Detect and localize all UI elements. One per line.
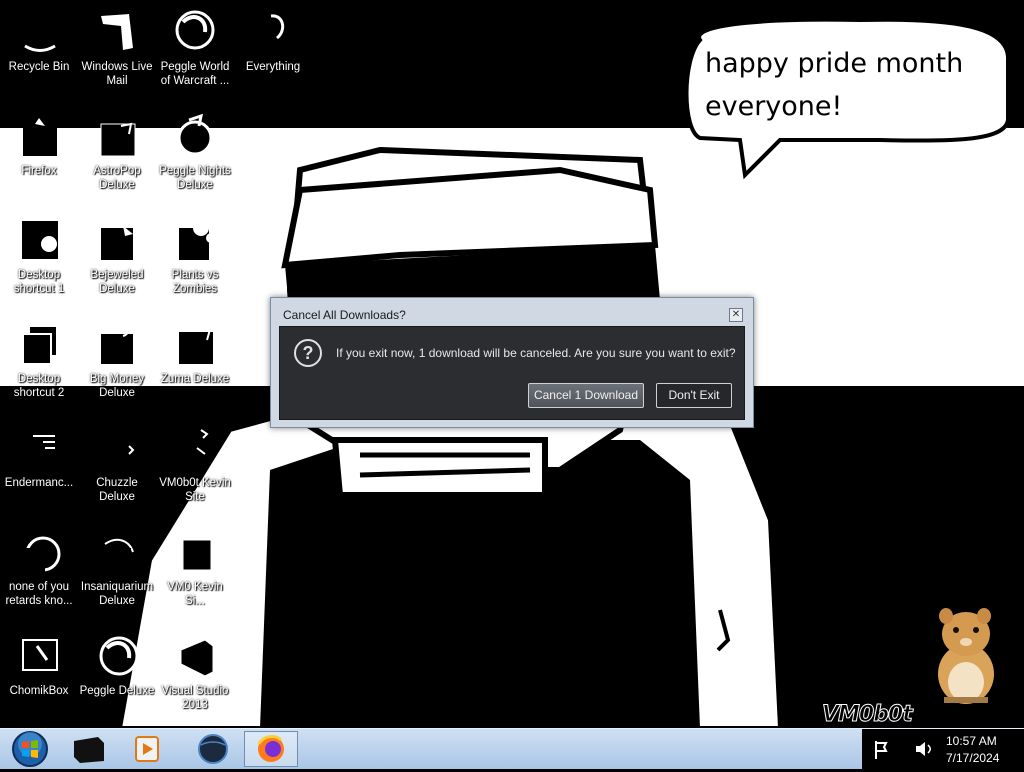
taskbar: 10:57 AM 7/17/2024 — [0, 728, 1024, 769]
dialog-titlebar[interactable]: Cancel All Downloads? ✕ — [271, 298, 753, 326]
clock-date[interactable]: 7/17/2024 — [946, 751, 999, 765]
speech-bubble-line-1: happy pride month — [705, 48, 964, 79]
peggle-icon — [175, 10, 215, 50]
desktop-icon-text-file[interactable]: none of you retards kno... — [0, 520, 78, 618]
desktop-icon-peggle-nights[interactable]: Peggle Nights Deluxe — [156, 104, 234, 202]
game-icon — [103, 436, 135, 466]
start-button[interactable] — [4, 730, 54, 768]
firefox-icon — [257, 735, 284, 762]
speech-bubble-text: happy pride month everyone! — [705, 42, 995, 128]
desktop-icon-enderman[interactable]: Endermanc... — [0, 416, 78, 514]
desktop-icon-label: Insaniquarium Deluxe — [80, 581, 154, 607]
desktop-icon-insaniquarium[interactable]: Insaniquarium Deluxe — [78, 520, 156, 618]
taskbar-pinned-terminal[interactable] — [62, 731, 116, 767]
cancel-download-button[interactable]: Cancel 1 Download — [528, 383, 644, 408]
desktop: happy pride month everyone! Recycle Bin … — [0, 0, 1024, 728]
desktop-icon-label: Peggle Deluxe — [79, 685, 155, 697]
desktop-icon-zuma[interactable]: Zuma Deluxe — [156, 312, 234, 410]
firefox-icon — [23, 118, 57, 156]
desktop-icon-label: none of you retards kno... — [5, 581, 73, 607]
media-player-icon — [135, 736, 159, 762]
peggle-icon — [99, 636, 139, 676]
desktop-icon-chuzzle[interactable]: Chuzzle Deluxe — [78, 416, 156, 514]
taskbar-pinned-firefox[interactable] — [244, 731, 298, 767]
peggle-icon — [177, 113, 213, 156]
dialog-message: If you exit now, 1 download will be canc… — [336, 346, 736, 360]
desktop-icon-plants-vs-zombies[interactable]: Plants vs Zombies — [156, 208, 234, 306]
hamster-image — [938, 608, 994, 704]
watermark-text: VM0b0t — [822, 702, 914, 728]
desktop-icon-label: Desktop shortcut 1 — [13, 269, 65, 295]
desktop-icon-shortcut-1[interactable]: Desktop shortcut 1 — [0, 208, 78, 306]
shortcut-icon — [196, 429, 209, 455]
file-icon — [23, 536, 61, 572]
game-icon — [101, 324, 133, 364]
desktop-icon-label: Bejeweled Deluxe — [90, 269, 144, 295]
desktop-icon-visual-studio[interactable]: Visual Studio 2013 — [156, 624, 234, 722]
browser-globe-icon — [198, 734, 228, 764]
clock-time[interactable]: 10:57 AM — [946, 734, 997, 748]
desktop-icon-shortcut-2[interactable]: Desktop shortcut 2 — [0, 312, 78, 410]
desktop-icon-label: Peggle World of Warcraft ... — [160, 61, 230, 87]
desktop-icon-label: VM0b0t Kevin Site — [159, 477, 231, 503]
desktop-icon-chomikbox[interactable]: ChomikBox — [0, 624, 78, 722]
desktop-icon-windows-live-mail[interactable]: Windows Live Mail — [78, 0, 156, 98]
taskbar-pinned-browser[interactable] — [186, 731, 240, 767]
desktop-icon-label: Windows Live Mail — [81, 61, 153, 87]
volume-icon[interactable] — [912, 737, 936, 761]
desktop-icon-label: ChomikBox — [9, 685, 69, 697]
desktop-icon-vm0b0t-2[interactable]: VM0 Kevin Si... — [156, 520, 234, 618]
desktop-icon-label: Plants vs Zombies — [171, 269, 219, 295]
desktop-icon-everything[interactable]: Everything — [234, 0, 312, 98]
flag-icon[interactable] — [870, 737, 894, 761]
game-icon — [179, 220, 216, 260]
file-icon — [33, 435, 55, 449]
desktop-icon-label: Peggle Nights Deluxe — [159, 165, 231, 191]
game-icon — [101, 226, 133, 260]
game-icon — [103, 538, 134, 572]
speech-bubble-line-2: everyone! — [705, 91, 843, 122]
dialog-title: Cancel All Downloads? — [283, 308, 406, 322]
cancel-downloads-dialog: Cancel All Downloads? ✕ ? If you exit no… — [270, 297, 754, 428]
game-icon — [179, 323, 213, 364]
game-icon — [100, 122, 136, 157]
recycle-bin-icon — [24, 44, 56, 52]
desktop-icon-label: Endermanc... — [4, 477, 74, 489]
dont-exit-button[interactable]: Don't Exit — [656, 383, 732, 408]
search-app-icon — [270, 14, 285, 40]
dialog-body: ? If you exit now, 1 download will be ca… — [279, 326, 745, 420]
desktop-icon-recycle-bin[interactable]: Recycle Bin — [0, 0, 78, 98]
desktop-icon-label: Firefox — [21, 165, 57, 177]
desktop-icon-peggle-wow[interactable]: Peggle World of Warcraft ... — [156, 0, 234, 98]
dialog-close-button[interactable]: ✕ — [729, 308, 743, 322]
desktop-icon-label: Visual Studio 2013 — [161, 685, 229, 711]
shortcut-icon — [182, 533, 212, 571]
taskbar-pinned-media-player[interactable] — [120, 731, 174, 767]
desktop-icon-firefox[interactable]: Firefox — [0, 104, 78, 202]
desktop-icon-label: AstroPop Deluxe — [93, 165, 141, 191]
question-icon: ? — [294, 339, 322, 367]
desktop-icon-peggle-deluxe[interactable]: Peggle Deluxe — [78, 624, 156, 722]
desktop-icon-label: Zuma Deluxe — [160, 373, 230, 385]
mail-icon — [101, 14, 133, 50]
image-file-icon — [20, 219, 60, 261]
file-icon — [22, 325, 58, 365]
desktop-icon-label: Recycle Bin — [8, 61, 70, 73]
desktop-icon-label: VM0 Kevin Si... — [167, 581, 223, 607]
visual-studio-icon — [180, 639, 214, 677]
desktop-icon-label: Everything — [245, 61, 301, 73]
desktop-icon-big-money[interactable]: Big Money Deluxe — [78, 312, 156, 410]
terminal-icon — [74, 737, 104, 763]
desktop-icon-bejeweled[interactable]: Bejeweled Deluxe — [78, 208, 156, 306]
chomikbox-icon — [22, 639, 58, 671]
system-tray: 10:57 AM 7/17/2024 — [862, 729, 1024, 769]
desktop-icon-label: Desktop shortcut 2 — [13, 373, 65, 399]
desktop-icon-label: Chuzzle Deluxe — [96, 477, 138, 503]
desktop-icon-label: Big Money Deluxe — [89, 373, 145, 399]
desktop-icon-astropop[interactable]: AstroPop Deluxe — [78, 104, 156, 202]
desktop-icon-vm0b0t-1[interactable]: VM0b0t Kevin Site — [156, 416, 234, 514]
